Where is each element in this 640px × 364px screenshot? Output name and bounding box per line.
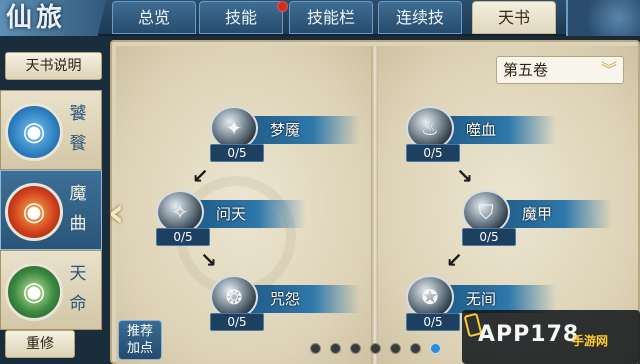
fate-emblem-icon: ◉ [5, 263, 63, 321]
skill-name: 咒怨 [242, 285, 360, 313]
skill-level: 0/5 [210, 313, 264, 331]
skill-node-question-heaven[interactable]: 问天 ✧ 0/5 [156, 190, 306, 246]
page-dot[interactable] [370, 343, 381, 354]
skill-name: 魔甲 [494, 200, 612, 228]
tab-skills[interactable]: 技能 [199, 1, 288, 34]
tab-label: 天书 [497, 8, 530, 27]
skill-level: 0/5 [156, 228, 210, 246]
reset-button[interactable]: 重修 [5, 330, 75, 358]
notification-dot-icon [277, 1, 288, 12]
tab-label: 连续技 [395, 8, 444, 27]
tab-label: 技能栏 [306, 8, 355, 27]
site-watermark: APP178 手游网 [462, 310, 640, 364]
sidebar-item-demon-song[interactable]: ◉ 魔 曲 [0, 170, 102, 250]
tab-skill-bar[interactable]: 技能栏 [289, 1, 373, 34]
skill-node-nightmare[interactable]: 梦魇 ✦ 0/5 [210, 106, 360, 162]
tab-combo[interactable]: 连续技 [378, 1, 462, 34]
page-dot[interactable] [410, 343, 421, 354]
page-dot[interactable] [330, 343, 341, 354]
window-title: 仙旅 [0, 0, 106, 36]
chevron-left-icon[interactable]: ‹ [108, 193, 138, 233]
corner-ornament-icon [566, 0, 640, 36]
watermark-subtext: 手游网 [572, 334, 609, 348]
skill-name: 噬血 [438, 116, 556, 144]
book-info-button[interactable]: 天书说明 [5, 52, 102, 80]
recommend-points-button[interactable]: 推荐 加点 [118, 320, 162, 360]
page-dot-active[interactable] [430, 343, 441, 354]
tab-heavenly-book[interactable]: 天书 [472, 1, 556, 34]
tab-overview[interactable]: 总览 [112, 1, 196, 34]
sidebar-item-fate[interactable]: ◉ 天 命 [0, 250, 102, 330]
sidebar: 天书说明 ◉ 饕 餮 ◉ 魔 曲 ◉ 天 命 重修 [0, 36, 108, 364]
sidebar-item-taotie[interactable]: ◉ 饕 餮 [0, 90, 102, 170]
arrow-down-right-icon: ↘ [456, 164, 473, 188]
book-name: 魔 曲 [69, 184, 87, 234]
skill-node-curse[interactable]: 咒怨 ❂ 0/5 [210, 275, 360, 331]
book-name: 天 命 [69, 264, 87, 314]
page-dot[interactable] [350, 343, 361, 354]
tab-label: 总览 [137, 8, 170, 27]
skill-node-demon-armor[interactable]: 魔甲 ⛉ 0/5 [462, 190, 612, 246]
skill-node-bloodthirst[interactable]: 噬血 ♨ 0/5 [406, 106, 556, 162]
demon-emblem-icon: ◉ [5, 183, 63, 241]
skill-level: 0/5 [406, 313, 460, 331]
chevron-down-icon: ︾ [600, 60, 617, 79]
page-dot[interactable] [390, 343, 401, 354]
taotie-emblem-icon: ◉ [5, 103, 63, 161]
arrow-down-left-icon: ↙ [446, 248, 463, 272]
volume-selector[interactable]: 第五卷 ︾ [496, 56, 624, 84]
tab-label: 技能 [224, 8, 257, 27]
skill-name: 问天 [188, 200, 306, 228]
watermark-text: APP178 [478, 322, 580, 347]
page-dot[interactable] [310, 343, 321, 354]
top-tab-bar: 仙旅 总览 技能 技能栏 连续技 天书 [0, 0, 640, 36]
arrow-down-left-icon: ↙ [192, 164, 209, 188]
skill-level: 0/5 [406, 144, 460, 162]
skill-name: 无间 [438, 285, 556, 313]
skill-name: 梦魇 [242, 116, 360, 144]
skill-level: 0/5 [462, 228, 516, 246]
skill-level: 0/5 [210, 144, 264, 162]
page-indicator [310, 343, 441, 357]
volume-label: 第五卷 [503, 61, 549, 79]
book-name: 饕 餮 [69, 104, 87, 154]
arrow-down-right-icon: ↘ [200, 248, 217, 272]
